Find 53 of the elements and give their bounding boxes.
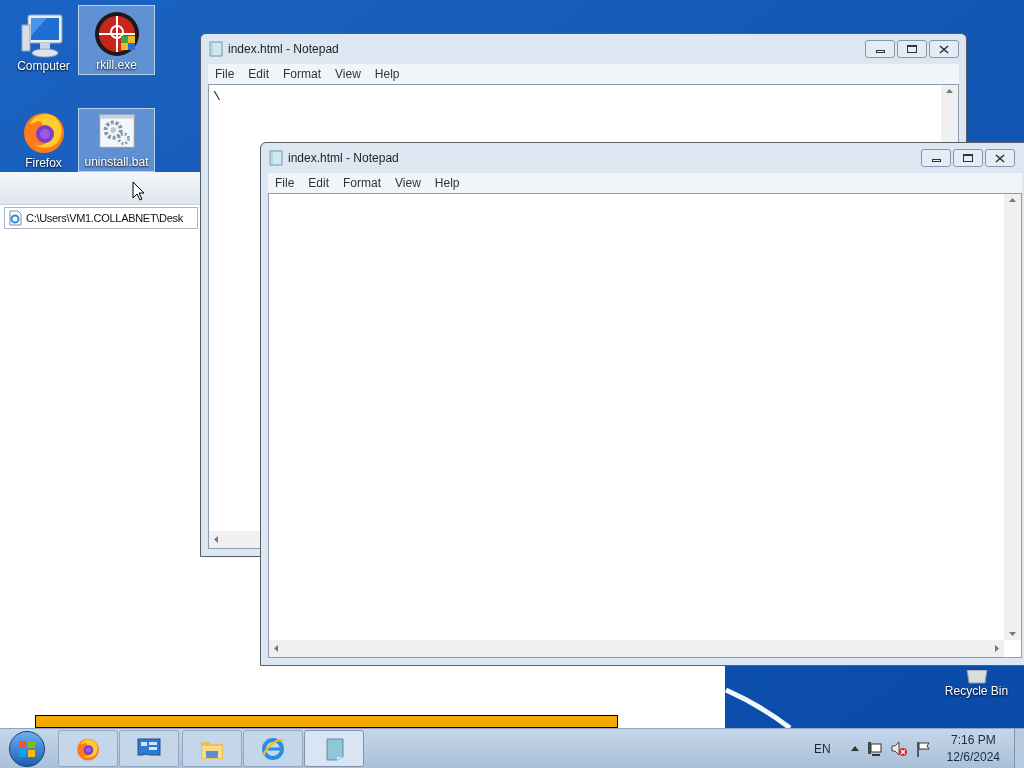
up-arrow-icon[interactable]	[850, 746, 859, 751]
address-field[interactable]: C:\Users\VM1.COLLABNET\Desk	[4, 207, 198, 229]
notepad-icon	[268, 150, 284, 166]
target-icon	[92, 10, 141, 58]
flag-icon[interactable]	[915, 740, 931, 757]
maximize-button[interactable]	[897, 40, 927, 58]
document-text: \	[213, 89, 221, 104]
menu-item[interactable]: Edit	[241, 65, 277, 83]
close-button[interactable]	[985, 149, 1015, 167]
network-icon[interactable]	[866, 740, 883, 757]
windows-logo-icon	[18, 739, 36, 758]
window-title: index.html - Notepad	[288, 150, 399, 167]
icon-label: uninstall.bat	[84, 155, 149, 170]
clock-date: 12/6/2024	[946, 748, 1000, 766]
browser-icon	[260, 735, 286, 762]
maximize-button[interactable]	[953, 149, 983, 167]
monitor-icon	[136, 735, 162, 762]
icon-label: rkill.exe	[96, 58, 137, 73]
icon-label: Computer	[17, 59, 70, 74]
mouse-cursor-icon	[132, 181, 145, 201]
left-arrow-icon	[214, 536, 218, 543]
menu-item[interactable]: Help	[367, 65, 407, 83]
down-arrow-icon	[1009, 632, 1016, 636]
language-indicator[interactable]: EN	[813, 739, 831, 758]
minimize-button[interactable]	[865, 40, 895, 58]
icon-label: Firefox	[25, 156, 62, 171]
close-button[interactable]	[929, 40, 959, 58]
right-arrow-icon	[995, 645, 999, 652]
minimize-button[interactable]	[921, 149, 951, 167]
left-arrow-icon	[274, 645, 278, 652]
start-button[interactable]	[9, 730, 45, 767]
icon-label: Recycle Bin	[944, 684, 1009, 699]
menu-item[interactable]: File	[208, 65, 242, 83]
window-title: index.html - Notepad	[228, 41, 339, 58]
taskbar-button[interactable]	[119, 730, 179, 767]
menu-item[interactable]: Help	[427, 174, 467, 192]
close-icon	[939, 44, 949, 54]
menu-item[interactable]: View	[328, 65, 368, 83]
up-arrow-icon	[946, 89, 953, 93]
clock-time: 7:16 PM	[950, 731, 996, 749]
menu-item[interactable]: Format	[276, 65, 329, 83]
menu-item[interactable]: Edit	[301, 174, 337, 192]
close-icon	[995, 153, 1005, 163]
desktop-icon[interactable]: Recycle Bin	[938, 666, 1015, 700]
clock[interactable]: 7:16 PM 12/6/2024	[946, 731, 1000, 766]
menu-item[interactable]: View	[388, 174, 428, 192]
menu-item[interactable]: Format	[336, 174, 389, 192]
page-icon	[7, 210, 23, 226]
speaker-muted-icon[interactable]	[890, 740, 908, 757]
notepad-icon	[208, 41, 224, 57]
up-arrow-icon	[1009, 198, 1016, 202]
menu-item[interactable]: File	[268, 174, 302, 192]
taskbar-button[interactable]	[58, 730, 118, 767]
